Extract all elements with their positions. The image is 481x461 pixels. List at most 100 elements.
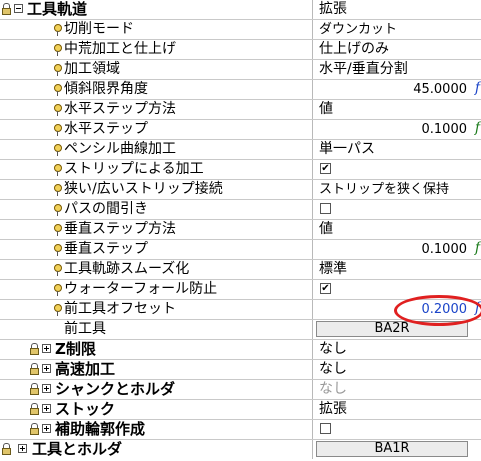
group-row[interactable]: Z制限 なし (0, 340, 481, 360)
prop-label: パスの間引き (64, 201, 148, 217)
expand-icon[interactable] (42, 344, 51, 353)
prop-name: 水平ステップ (0, 120, 313, 139)
prop-value[interactable]: 0.1000 f (314, 120, 481, 139)
prop-value[interactable]: 45.0000 f (314, 80, 481, 99)
pin-icon (53, 144, 62, 156)
pin-icon (53, 244, 62, 256)
prop-row[interactable]: 垂直ステップ 0.1000 f (0, 240, 481, 260)
section-toolpath-name: 工具軌道 (0, 0, 313, 19)
prop-row[interactable]: 前工具オフセット 0.2000 f (0, 300, 481, 320)
prop-value[interactable]: ダウンカット (314, 20, 481, 39)
prop-name: ストリップによる加工 (0, 160, 313, 179)
section-toolpath[interactable]: 工具軌道 拡張 (0, 0, 481, 20)
previous-tool-button[interactable]: BA2R (316, 321, 468, 337)
prop-name: 中荒加工と仕上げ (0, 40, 313, 59)
lock-icon (30, 403, 39, 415)
prop-value[interactable]: 0.1000 f (314, 240, 481, 259)
expand-icon[interactable] (42, 364, 51, 373)
group-row[interactable]: ストック 拡張 (0, 400, 481, 420)
group-value[interactable] (314, 420, 481, 439)
value-text: 拡張 (319, 401, 347, 417)
prop-label: 工具軌跡スムーズ化 (64, 261, 190, 277)
prop-row[interactable]: 水平ステップ 0.1000 f (0, 120, 481, 140)
prop-value[interactable]: 標準 (314, 260, 481, 279)
section-toolpath-value[interactable]: 拡張 (314, 0, 481, 19)
prop-value[interactable]: 単一パス (314, 140, 481, 159)
prop-row[interactable]: 狭い/広いストリップ接続 ストリップを狭く保持 (0, 180, 481, 200)
section-tool-holder-value[interactable]: BA1R (314, 440, 481, 459)
prop-row[interactable]: 工具軌跡スムーズ化 標準 (0, 260, 481, 280)
prop-label: 前工具オフセット (64, 301, 176, 317)
group-value[interactable]: なし (314, 340, 481, 359)
pin-icon (53, 224, 62, 236)
expand-icon[interactable] (42, 424, 51, 433)
checkbox-checked[interactable]: ✔ (320, 283, 331, 294)
formula-icon[interactable]: f (475, 80, 480, 96)
prop-row[interactable]: 加工領域 水平/垂直分割 (0, 60, 481, 80)
expand-icon[interactable] (18, 444, 27, 453)
prop-value[interactable] (314, 200, 481, 219)
prop-row[interactable]: パスの間引き (0, 200, 481, 220)
formula-icon[interactable]: f (475, 120, 480, 136)
prop-value[interactable]: 0.2000 f (314, 300, 481, 319)
group-value[interactable]: 拡張 (314, 400, 481, 419)
value-text: 拡張 (319, 1, 347, 17)
prop-label: 垂直ステップ (64, 241, 148, 257)
group-value[interactable]: なし (314, 360, 481, 379)
value-number: 0.1000 (421, 242, 468, 257)
prop-row[interactable]: 水平ステップ方法 値 (0, 100, 481, 120)
group-label: ストック (55, 400, 116, 418)
prop-name: ウォーターフォール防止 (0, 280, 313, 299)
prop-name: パスの間引き (0, 200, 313, 219)
checkbox-checked[interactable]: ✔ (320, 163, 331, 174)
collapse-icon[interactable] (14, 4, 23, 13)
expand-icon[interactable] (42, 404, 51, 413)
expand-icon[interactable] (42, 384, 51, 393)
value-text: 値 (319, 221, 333, 237)
prop-value[interactable]: 値 (314, 100, 481, 119)
prop-label: 中荒加工と仕上げ (64, 41, 176, 57)
lock-icon (2, 443, 11, 455)
prop-row[interactable]: 切削モード ダウンカット (0, 20, 481, 40)
group-row[interactable]: 高速加工 なし (0, 360, 481, 380)
prop-row[interactable]: 垂直ステップ方法 値 (0, 220, 481, 240)
group-value[interactable]: なし (314, 380, 481, 399)
checkbox-unchecked[interactable] (320, 423, 331, 434)
prop-row[interactable]: ウォーターフォール防止 ✔ (0, 280, 481, 300)
prop-value[interactable]: 水平/垂直分割 (314, 60, 481, 79)
lock-icon (30, 343, 39, 355)
prop-value[interactable]: ✔ (314, 280, 481, 299)
property-grid: 工具軌道 拡張 切削モード ダウンカット 中荒加工と仕上げ 仕上げのみ 加工領域 (0, 0, 481, 461)
prop-row[interactable]: ストリップによる加工 ✔ (0, 160, 481, 180)
checkbox-unchecked[interactable] (320, 203, 331, 214)
formula-icon[interactable]: f (475, 300, 480, 316)
pin-icon (53, 24, 62, 36)
lock-icon (2, 3, 11, 15)
prop-value[interactable]: ✔ (314, 160, 481, 179)
value-text: なし (319, 361, 347, 377)
prop-name: 前工具オフセット (0, 300, 313, 319)
formula-icon[interactable]: f (475, 240, 480, 256)
tool-holder-button[interactable]: BA1R (316, 441, 468, 457)
prop-row[interactable]: 中荒加工と仕上げ 仕上げのみ (0, 40, 481, 60)
prop-label: 垂直ステップ方法 (64, 221, 176, 237)
pin-icon (53, 44, 62, 56)
value-text: ストリップを狭く保持 (319, 182, 450, 197)
prop-row[interactable]: 傾斜限界角度 45.0000 f (0, 80, 481, 100)
prop-label: 加工領域 (64, 61, 120, 77)
section-label: 工具軌道 (27, 0, 88, 18)
pin-icon (53, 84, 62, 96)
prop-name: ペンシル曲線加工 (0, 140, 313, 159)
prop-row[interactable]: 前工具 BA2R (0, 320, 481, 340)
section-tool-holder[interactable]: 工具とホルダ BA1R (0, 440, 481, 461)
prop-row[interactable]: ペンシル曲線加工 単一パス (0, 140, 481, 160)
group-row[interactable]: シャンクとホルダ なし (0, 380, 481, 400)
prop-value[interactable]: BA2R (314, 320, 481, 339)
prop-name: 垂直ステップ方法 (0, 220, 313, 239)
prop-value[interactable]: 値 (314, 220, 481, 239)
value-number: 0.2000 (421, 302, 468, 317)
prop-value[interactable]: 仕上げのみ (314, 40, 481, 59)
group-row[interactable]: 補助輪郭作成 (0, 420, 481, 440)
group-label: Z制限 (55, 340, 96, 358)
prop-value[interactable]: ストリップを狭く保持 (314, 180, 481, 199)
